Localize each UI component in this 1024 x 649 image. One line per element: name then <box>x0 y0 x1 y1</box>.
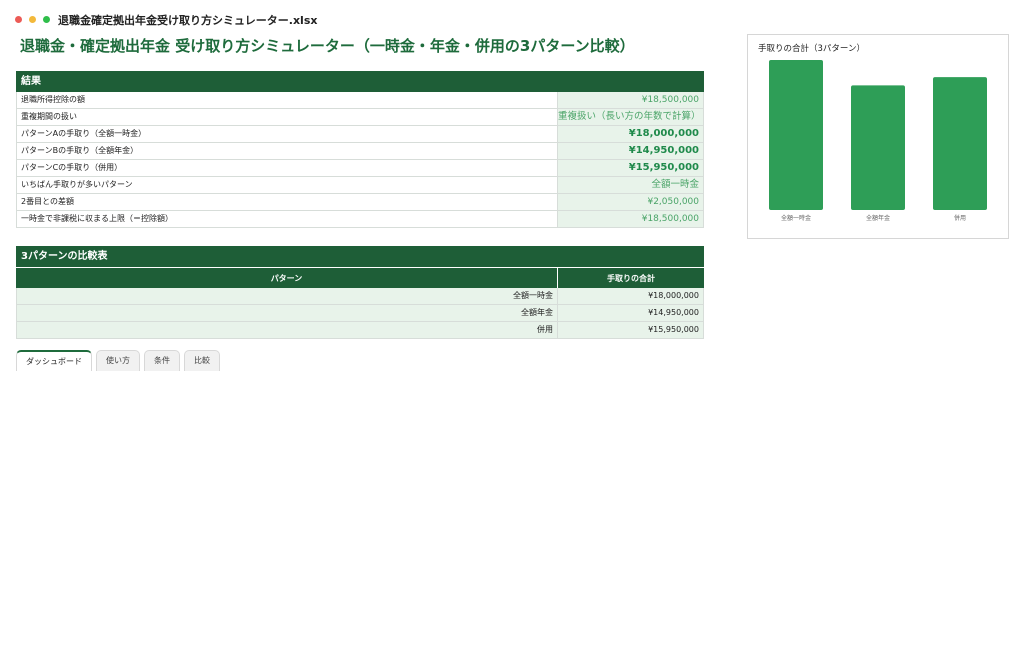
total-cell[interactable]: ¥14,950,000 <box>558 305 704 321</box>
comparison-table: 3パターンの比較表 パターン 手取りの合計 全額一時金 ¥18,000,000 … <box>16 246 704 339</box>
title-bar: 退職金確定拠出年金受け取り方シミュレーター.xlsx <box>0 0 1024 34</box>
results-header: 結果 <box>16 71 704 92</box>
result-row: いちばん手取りが多いパターン 全額一時金 <box>16 177 704 194</box>
bar-chart: 全額一時金 全額年金 併用 <box>769 60 987 222</box>
x-tick-label: 全額一時金 <box>781 214 811 222</box>
result-row: 一時金で非課税に収まる上限（＝控除額） ¥18,500,000 <box>16 211 704 228</box>
table-row: 全額年金 ¥14,950,000 <box>16 305 704 322</box>
result-value[interactable]: 重複扱い（長い方の年数で計算） <box>558 109 704 125</box>
sheet-tabs: ダッシュボード 使い方 条件 比較 <box>16 350 224 371</box>
result-row: 2番目との差額 ¥2,050,000 <box>16 194 704 211</box>
results-table: 結果 退職所得控除の額 ¥18,500,000 重複期間の扱い 重複扱い（長い方… <box>16 71 704 228</box>
window-filename: 退職金確定拠出年金受け取り方シミュレーター.xlsx <box>58 14 318 27</box>
close-window-button[interactable] <box>15 16 22 23</box>
result-value[interactable]: ¥15,950,000 <box>558 160 704 176</box>
chart-bar[interactable] <box>851 85 905 210</box>
result-row: パターンCの手取り（併用） ¥15,950,000 <box>16 160 704 177</box>
comparison-header: 3パターンの比較表 <box>16 246 704 267</box>
minimize-window-button[interactable] <box>29 16 36 23</box>
maximize-window-button[interactable] <box>43 16 50 23</box>
result-label[interactable]: パターンCの手取り（併用） <box>16 160 558 176</box>
page-title: 退職金・確定拠出年金 受け取り方シミュレーター（一時金・年金・併用の3パターン比… <box>20 37 635 55</box>
pattern-cell[interactable]: 併用 <box>16 322 558 338</box>
chart-bar[interactable] <box>769 60 823 210</box>
result-label[interactable]: いちばん手取りが多いパターン <box>16 177 558 193</box>
total-cell[interactable]: ¥18,000,000 <box>558 288 704 304</box>
chart-panel[interactable]: 手取りの合計（3パターン） 全額一時金 全額年金 併用 <box>747 34 1009 239</box>
result-label[interactable]: 一時金で非課税に収まる上限（＝控除額） <box>16 211 558 227</box>
tab-comparison[interactable]: 比較 <box>184 350 220 371</box>
result-row: パターンBの手取り（全額年金） ¥14,950,000 <box>16 143 704 160</box>
column-header-pattern[interactable]: パターン <box>16 267 558 288</box>
tab-usage[interactable]: 使い方 <box>96 350 140 371</box>
result-label[interactable]: 重複期間の扱い <box>16 109 558 125</box>
table-row: 併用 ¥15,950,000 <box>16 322 704 339</box>
total-cell[interactable]: ¥15,950,000 <box>558 322 704 338</box>
result-value[interactable]: ¥18,500,000 <box>558 211 704 227</box>
result-value[interactable]: ¥14,950,000 <box>558 143 704 159</box>
result-value[interactable]: ¥18,000,000 <box>558 126 704 142</box>
result-row: 退職所得控除の額 ¥18,500,000 <box>16 92 704 109</box>
pattern-cell[interactable]: 全額一時金 <box>16 288 558 304</box>
result-value[interactable]: ¥18,500,000 <box>558 92 704 108</box>
x-tick-label: 併用 <box>954 214 966 222</box>
tab-dashboard[interactable]: ダッシュボード <box>16 350 92 371</box>
result-value[interactable]: 全額一時金 <box>558 177 704 193</box>
chart-bar[interactable] <box>933 77 987 210</box>
result-label[interactable]: 2番目との差額 <box>16 194 558 210</box>
result-row: パターンAの手取り（全額一時金） ¥18,000,000 <box>16 126 704 143</box>
result-label[interactable]: パターンBの手取り（全額年金） <box>16 143 558 159</box>
result-label[interactable]: パターンAの手取り（全額一時金） <box>16 126 558 142</box>
table-row: 全額一時金 ¥18,000,000 <box>16 288 704 305</box>
tab-conditions[interactable]: 条件 <box>144 350 180 371</box>
comparison-column-headers: パターン 手取りの合計 <box>16 267 704 288</box>
x-tick-label: 全額年金 <box>866 214 890 222</box>
result-label[interactable]: 退職所得控除の額 <box>16 92 558 108</box>
column-header-total[interactable]: 手取りの合計 <box>558 267 704 288</box>
pattern-cell[interactable]: 全額年金 <box>16 305 558 321</box>
result-row: 重複期間の扱い 重複扱い（長い方の年数で計算） <box>16 109 704 126</box>
result-value[interactable]: ¥2,050,000 <box>558 194 704 210</box>
